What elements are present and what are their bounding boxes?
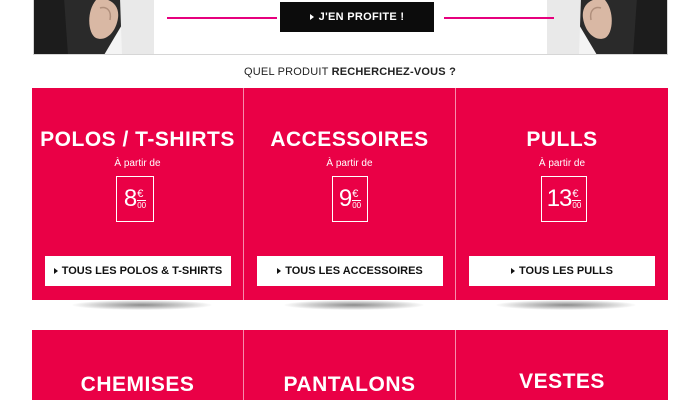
play-arrow-icon xyxy=(309,14,314,20)
category-tile-chemises[interactable]: CHEMISES xyxy=(32,330,244,400)
price-decimals: € 00 xyxy=(137,187,147,210)
category-title: PANTALONS xyxy=(283,373,416,396)
price-integer: 13 xyxy=(546,185,573,212)
banner-divider-left xyxy=(167,17,277,19)
jen-profite-label: J'EN PROFITE ! xyxy=(318,11,405,23)
category-tile-polos[interactable]: POLOS / T-SHIRTS À partir de 8 € 00 TOUS… xyxy=(32,88,244,300)
tile-shadow xyxy=(496,300,636,310)
all-accessoires-label: TOUS LES ACCESSOIRES xyxy=(285,265,423,277)
price-box: 8 € 00 xyxy=(116,176,154,222)
tile-shadow xyxy=(72,300,212,310)
jen-profite-button[interactable]: J'EN PROFITE ! xyxy=(280,2,434,32)
question-prefix: QUEL PRODUIT xyxy=(244,66,332,78)
category-tile-pulls[interactable]: PULLS À partir de 13 € 00 TOUS LES PULLS xyxy=(456,88,668,300)
price-box: 9 € 00 xyxy=(332,176,368,222)
model-photo-left xyxy=(34,0,154,54)
play-arrow-icon xyxy=(511,268,516,274)
banner-divider-right xyxy=(444,17,554,19)
from-label: À partir de xyxy=(114,158,161,169)
category-title: ACCESSOIRES xyxy=(270,128,429,151)
price-decimals: € 00 xyxy=(572,187,582,210)
from-label: À partir de xyxy=(326,158,373,169)
question-bold: RECHERCHEZ-VOUS ? xyxy=(331,66,456,78)
category-tile-accessoires[interactable]: ACCESSOIRES À partir de 9 € 00 TOUS LES … xyxy=(244,88,456,300)
price-cents: 00 xyxy=(572,199,582,210)
price-currency: € xyxy=(572,187,579,200)
price-decimals: € 00 xyxy=(352,187,362,210)
play-arrow-icon xyxy=(53,268,58,274)
promo-banner: J'EN PROFITE ! xyxy=(33,0,668,55)
model-photo-right xyxy=(547,0,667,54)
play-arrow-icon xyxy=(277,268,282,274)
all-accessoires-button[interactable]: TOUS LES ACCESSOIRES xyxy=(257,256,443,286)
price-cents: 00 xyxy=(137,199,147,210)
price-integer: 9 xyxy=(338,185,352,212)
price-currency: € xyxy=(352,187,359,200)
category-tile-pantalons[interactable]: PANTALONS xyxy=(244,330,456,400)
category-title: POLOS / T-SHIRTS xyxy=(40,128,235,151)
all-pulls-label: TOUS LES PULLS xyxy=(519,265,613,277)
price-cents: 00 xyxy=(352,199,362,210)
all-polos-label: TOUS LES POLOS & T-SHIRTS xyxy=(61,265,223,277)
category-title: VESTES xyxy=(519,370,605,393)
all-pulls-button[interactable]: TOUS LES PULLS xyxy=(469,256,655,286)
product-question: QUEL PRODUIT RECHERCHEZ-VOUS ? xyxy=(0,66,700,78)
from-label: À partir de xyxy=(538,158,586,169)
price-currency: € xyxy=(137,187,144,200)
category-tile-vestes[interactable]: VESTES xyxy=(456,330,668,400)
all-polos-button[interactable]: TOUS LES POLOS & T-SHIRTS xyxy=(45,256,231,286)
category-title: PULLS xyxy=(526,128,598,151)
category-title: CHEMISES xyxy=(80,373,195,396)
tile-shadow xyxy=(284,300,424,310)
price-integer: 8 xyxy=(123,185,137,212)
price-box: 13 € 00 xyxy=(541,176,587,222)
